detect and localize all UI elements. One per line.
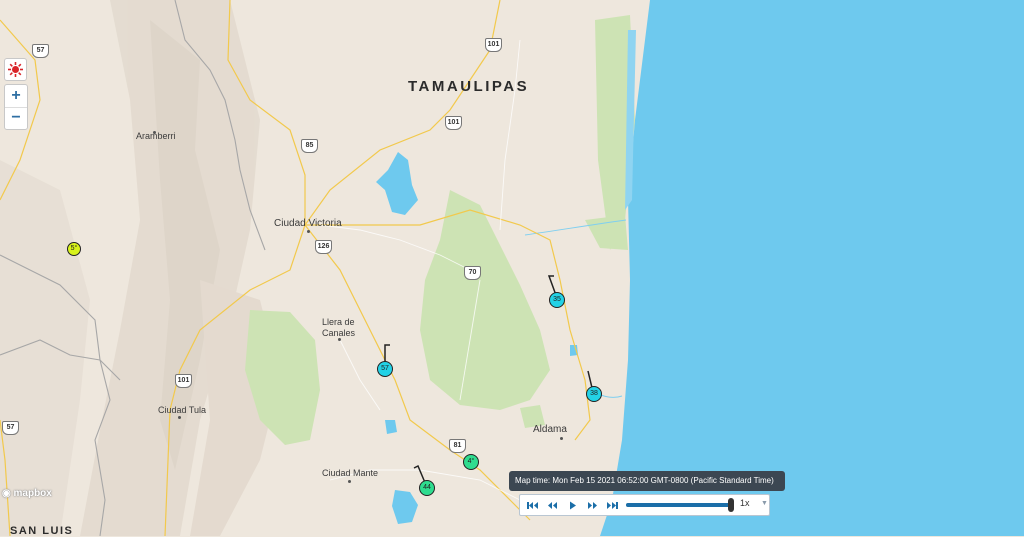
city-label-ciudad-victoria: Ciudad Victoria	[274, 218, 342, 229]
city-label-aramberri: Aramberri	[136, 131, 176, 141]
first-frame-button[interactable]	[524, 497, 541, 513]
mapbox-logo-icon: ◉	[2, 488, 11, 499]
city-dot-victoria	[307, 230, 310, 233]
zoom-in-button[interactable]: +	[5, 85, 27, 108]
last-icon	[607, 502, 618, 509]
city-dot-tula	[178, 416, 181, 419]
timeline-handle[interactable]	[727, 498, 734, 512]
rewind-icon	[548, 502, 557, 509]
chevron-down-icon[interactable]: ▼	[761, 500, 768, 507]
highway-shield: 85	[301, 139, 318, 153]
fast-forward-button[interactable]	[584, 497, 601, 513]
highway-shield: 101	[485, 38, 502, 52]
station-marker[interactable]: 5°	[67, 242, 81, 256]
highway-shield: 126	[315, 240, 332, 254]
city-label-ciudad-mante: Ciudad Mante	[322, 468, 379, 478]
highway-shield: 101	[175, 374, 192, 388]
state-label-san-luis: SAN LUIS	[10, 525, 74, 537]
highway-shield: 57	[2, 421, 19, 435]
first-icon	[527, 502, 538, 509]
state-label-tamaulipas: TAMAULIPAS	[408, 78, 530, 95]
highway-shield: 70	[464, 266, 481, 280]
city-label-llera-de-canales: Llera de Canales	[322, 317, 356, 338]
play-button[interactable]	[564, 497, 581, 513]
rewind-button[interactable]	[544, 497, 561, 513]
city-label-aldama: Aldama	[533, 424, 567, 435]
city-dot-mante	[348, 480, 351, 483]
mapbox-logo[interactable]: ◉ mapbox	[2, 488, 52, 499]
sun-gear-icon	[8, 62, 23, 77]
zoom-out-button[interactable]: −	[5, 107, 27, 129]
station-marker[interactable]: 35	[549, 292, 565, 308]
map-time-tooltip: Map time: Mon Feb 15 2021 06:52:00 GMT-0…	[509, 471, 785, 491]
settings-tool-button[interactable]	[4, 58, 27, 81]
station-marker[interactable]: 4°	[463, 454, 479, 470]
highway-shield: 101	[445, 116, 462, 130]
mapbox-logo-text: mapbox	[13, 488, 52, 499]
fast-forward-icon	[588, 502, 597, 509]
station-marker[interactable]: 44	[419, 480, 435, 496]
gulf-water	[600, 0, 1024, 536]
city-label-ciudad-tula: Ciudad Tula	[158, 405, 207, 415]
last-frame-button[interactable]	[604, 497, 621, 513]
station-marker[interactable]: 57	[377, 361, 393, 377]
speed-select[interactable]: 1x	[740, 498, 750, 508]
highway-shield: 81	[449, 439, 466, 453]
play-icon	[570, 501, 576, 510]
zoom-control: + −	[4, 84, 28, 130]
highway-shield: 57	[32, 44, 49, 58]
playback-controls	[519, 494, 770, 516]
city-dot-aldama	[560, 437, 563, 440]
station-marker[interactable]: 38	[586, 386, 602, 402]
timeline-progress	[626, 503, 731, 507]
timeline-slider[interactable]	[626, 498, 734, 512]
